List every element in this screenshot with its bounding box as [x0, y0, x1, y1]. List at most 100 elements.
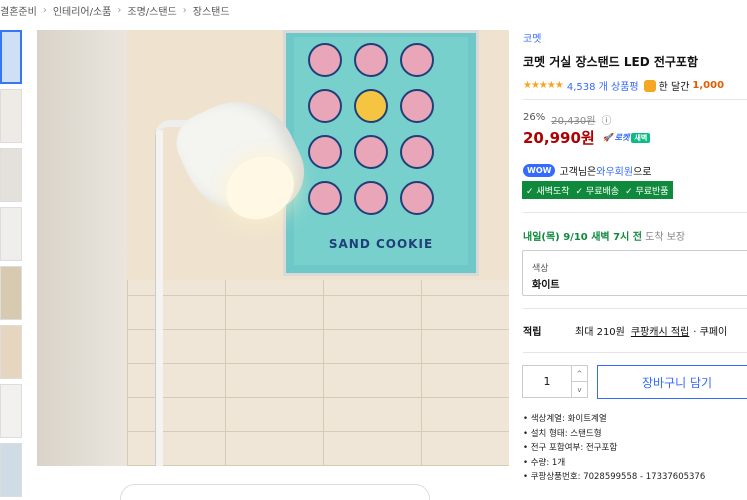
thumbnail-image — [1, 385, 21, 437]
main-product-image[interactable]: SAND COOKIE — [37, 30, 509, 466]
price-row: 20,990원 🚀 로켓 새벽 — [523, 127, 651, 148]
cookie — [308, 43, 342, 77]
quantity-stepper: 1 ^ v — [522, 365, 588, 398]
reward-extra: · 쿠페이 — [693, 327, 728, 338]
benefit-free-shipping: ✓ 무료배송 — [575, 186, 620, 197]
breadcrumb-item-wedding[interactable]: 결혼준비 › — [0, 3, 53, 18]
option-label: 색상 — [532, 264, 549, 274]
cookie — [400, 135, 434, 169]
breadcrumb-item-floor-lamp[interactable]: 장스탠드 — [193, 3, 230, 18]
color-option-select[interactable]: 색상 화이트 — [522, 250, 747, 296]
thumbnail-list — [0, 30, 24, 500]
purchase-badge-icon — [643, 79, 656, 92]
divider — [523, 99, 747, 100]
breadcrumb-label[interactable]: 조명/스탠드 — [127, 3, 176, 18]
benefit-bar: ✓ 새벽도착 ✓ 무료배송 ✓ 무료반품 — [522, 181, 673, 199]
delivery-info: 내일(목) 9/10 새벽 7시 전 도착 보장 — [523, 228, 685, 243]
breadcrumb-label[interactable]: 장스탠드 — [193, 3, 230, 18]
delivery-guarantee: 도착 보장 — [645, 232, 686, 243]
review-count-link[interactable]: 4,538 개 상품평 — [567, 78, 639, 93]
rating-row: ★★★★★ 4,538 개 상품평 한 달간 1,000 — [523, 78, 747, 93]
sand-cookie-poster: SAND COOKIE — [283, 30, 479, 276]
original-price: 20,430원 — [551, 116, 596, 127]
option-value: 화이트 — [532, 280, 560, 291]
reward-row: 적립 최대 210원 쿠팡캐시 적립 · 쿠페이 — [523, 323, 727, 338]
cookie — [308, 135, 342, 169]
spec-item: 수량: 1개 — [523, 456, 705, 471]
reward-amount: 최대 210원 — [575, 327, 625, 338]
quantity-up-icon[interactable]: ^ — [572, 366, 587, 381]
product-title: 코멧 거실 장스탠드 LED 전구포함 — [523, 55, 698, 69]
breadcrumb: 결혼준비 › 인테리어/소품 › 조명/스탠드 › 장스탠드 — [0, 0, 230, 20]
cookie — [400, 89, 434, 123]
thumbnail[interactable] — [0, 325, 22, 379]
rocket-delivery-badge: 🚀 로켓 새벽 — [603, 132, 651, 143]
brand-link[interactable]: 코멧 — [523, 30, 747, 45]
quantity-down-icon[interactable]: v — [572, 381, 587, 397]
quantity-input[interactable]: 1 — [523, 366, 571, 397]
spec-item: 색상계열: 화이트계열 — [523, 412, 705, 427]
thumbnail[interactable] — [0, 384, 22, 438]
cookie — [308, 181, 342, 215]
month-purchase-count: 1,000 — [692, 80, 725, 91]
coupang-cash-link[interactable]: 쿠팡캐시 적립 — [631, 323, 689, 338]
divider — [523, 352, 747, 353]
benefit-dawn-delivery: ✓ 새벽도착 — [526, 186, 570, 197]
month-label: 한 달간 — [658, 82, 690, 93]
cookie — [400, 181, 434, 215]
divider — [523, 212, 747, 213]
rocket-icon: 🚀 — [602, 133, 613, 142]
thumbnail-image — [1, 267, 21, 319]
wow-suffix: 으로 — [633, 167, 652, 178]
add-to-cart-button[interactable]: 장바구니 담기 — [597, 365, 747, 399]
thumbnail[interactable] — [0, 207, 22, 261]
thumbnail-image — [1, 90, 21, 142]
smiley-cookie — [354, 89, 388, 123]
thumbnail[interactable] — [0, 266, 22, 320]
quantity-arrows: ^ v — [571, 366, 587, 397]
thumbnail-image — [1, 208, 21, 260]
breadcrumb-item-interior[interactable]: 인테리어/소품 › — [53, 3, 128, 18]
thumbnail[interactable] — [0, 148, 22, 202]
thumbnail-image — [1, 444, 21, 496]
wow-member-link[interactable]: 와우회원 — [596, 163, 633, 178]
info-icon[interactable]: ⓘ — [601, 112, 611, 127]
wow-badge: WOW — [523, 164, 556, 177]
cookie — [308, 89, 342, 123]
thumbnail-image — [1, 326, 21, 378]
thumbnail-image — [1, 149, 21, 201]
poster-title: SAND COOKIE — [328, 237, 434, 251]
breadcrumb-label[interactable]: 결혼준비 — [0, 3, 37, 18]
wow-prefix: 고객님은 — [559, 167, 597, 178]
rocket-label: 로켓 — [614, 133, 630, 142]
delivery-date: 내일(목) 9/10 새벽 7시 전 — [523, 232, 642, 243]
spec-item: 쿠팡상품번호: 7028599558 - 17337605376 — [523, 470, 706, 485]
thumbnail[interactable] — [0, 89, 22, 143]
breadcrumb-item-lighting[interactable]: 조명/스탠드 › — [127, 3, 192, 18]
cookie — [354, 43, 388, 77]
chevron-right-icon: › — [182, 4, 187, 16]
rating-stars-icon: ★★★★★ — [523, 80, 564, 91]
reward-heading: 적립 — [523, 327, 542, 338]
tile-wall — [127, 280, 509, 466]
spec-item: 전구 포함여부: 전구포함 — [523, 441, 705, 456]
cookie — [354, 135, 388, 169]
thumbnail[interactable] — [0, 443, 22, 497]
curtain — [37, 30, 137, 466]
breadcrumb-label[interactable]: 인테리어/소품 — [53, 3, 112, 18]
sale-price: 20,990원 — [523, 129, 595, 147]
chevron-right-icon: › — [42, 4, 47, 16]
thumbnail[interactable] — [0, 30, 22, 84]
cookie — [400, 43, 434, 77]
benefit-free-return: ✓ 무료반품 — [625, 186, 669, 197]
cookie — [354, 181, 388, 215]
thumbnail-image — [2, 32, 20, 82]
poster-art: SAND COOKIE — [294, 37, 468, 265]
lamp-pole — [155, 130, 163, 466]
discount-row: 26% 20,430원 ⓘ — [523, 112, 611, 127]
dawn-badge: 새벽 — [631, 132, 651, 143]
image-controls-pill[interactable] — [120, 484, 430, 500]
divider — [523, 308, 747, 309]
wow-row: WOW 고객님은 와우회원 으로 — [523, 163, 651, 178]
spec-list: 색상계열: 화이트계열 설치 형태: 스탠드형 전구 포함여부: 전구포함 수량… — [523, 412, 706, 485]
